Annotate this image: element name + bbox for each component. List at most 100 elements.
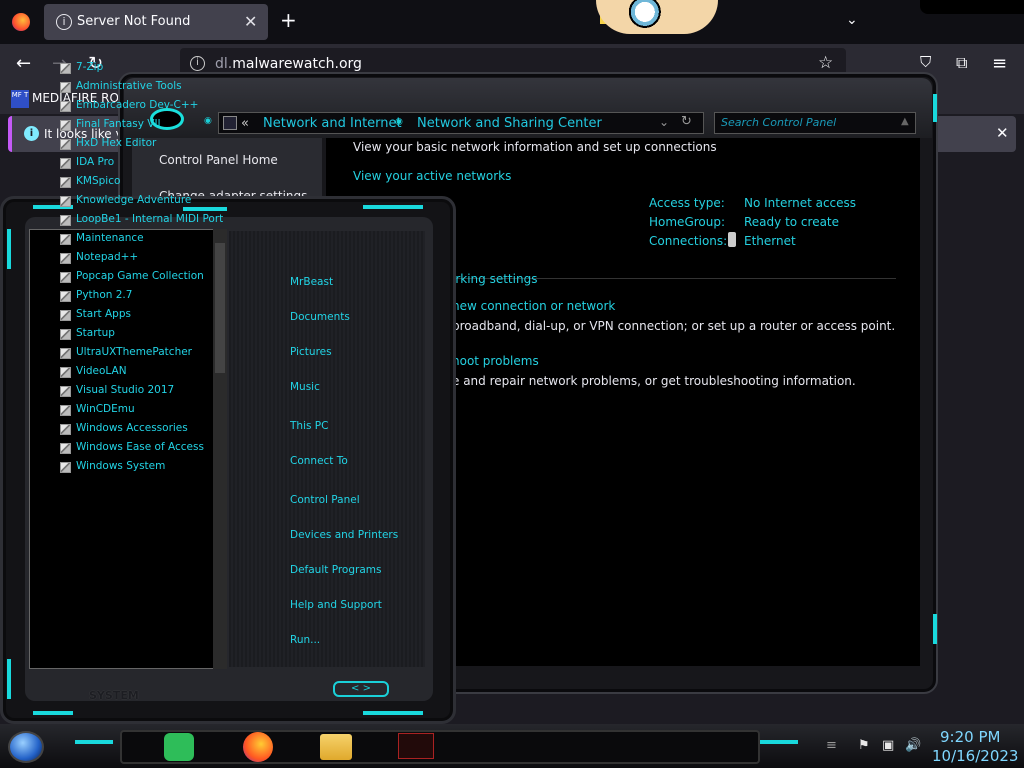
address-dropdown-icon[interactable]: ⌄ — [659, 115, 669, 129]
address-bar[interactable]: « Network and Internet ◉ Network and Sha… — [218, 112, 704, 134]
troubleshoot-problems-link[interactable]: hoot problems — [452, 354, 539, 368]
show-hidden-icons-icon[interactable]: ≡ — [826, 738, 837, 753]
setup-new-connection-description: broadband, dial-up, or VPN connection; o… — [452, 319, 896, 333]
program-folder-icon — [60, 120, 71, 131]
start-menu-item-default-programs[interactable]: Default Programs — [290, 564, 381, 576]
program-folder-icon — [60, 386, 71, 397]
program-item[interactable]: Final Fantasy VII — [76, 118, 161, 130]
taskbar-accent-light — [760, 740, 798, 744]
window-accent-light — [933, 614, 937, 644]
firefox-logo-icon[interactable] — [12, 13, 30, 31]
program-item[interactable]: Knowledge Adventure — [76, 194, 191, 206]
program-item[interactable]: Windows Ease of Access — [76, 441, 204, 453]
url-domain: malwarewatch.org — [232, 56, 362, 72]
start-menu-item-pictures[interactable]: Pictures — [290, 346, 332, 358]
window-accent-light — [933, 94, 937, 122]
start-menu-item-music[interactable]: Music — [290, 381, 320, 393]
program-item[interactable]: 7-Zip — [76, 61, 103, 73]
info-icon: i — [56, 14, 72, 30]
program-folder-icon — [60, 63, 71, 74]
start-menu-item-run[interactable]: Run... — [290, 634, 320, 646]
taskbar-time[interactable]: 9:20 PM — [940, 728, 1000, 746]
program-item[interactable]: Python 2.7 — [76, 289, 132, 301]
nav-dot-icon: ◉ — [204, 116, 212, 126]
access-type-label: Access type: — [649, 196, 725, 210]
setup-new-connection-link[interactable]: new connection or network — [452, 299, 615, 313]
start-menu-item-control-panel[interactable]: Control Panel — [290, 494, 360, 506]
program-item[interactable]: Windows System — [76, 460, 165, 472]
start-menu-item-help-and-support[interactable]: Help and Support — [290, 599, 382, 611]
breadcrumb-network-sharing-center[interactable]: Network and Sharing Center — [417, 116, 602, 131]
program-item[interactable]: Administrative Tools — [76, 80, 182, 92]
taskbar-accent-light — [75, 740, 113, 744]
program-item[interactable]: Startup — [76, 327, 115, 339]
program-item[interactable]: UltraUXThemePatcher — [76, 346, 192, 358]
url-text: dl.malwarewatch.org — [215, 56, 362, 72]
start-menu-item-connect-to[interactable]: Connect To — [290, 455, 348, 467]
sticky-notes-app-icon[interactable] — [164, 733, 194, 761]
search-icon[interactable]: ▲ — [901, 116, 909, 127]
menu-accent-light — [7, 659, 11, 699]
firefox-app-icon[interactable] — [243, 732, 273, 762]
new-tab-button[interactable]: + — [280, 10, 297, 30]
start-menu-item-this-pc[interactable]: This PC — [290, 420, 328, 432]
program-item[interactable]: LoopBe1 - Internal MIDI Port — [76, 213, 223, 225]
program-item[interactable]: Popcap Game Collection — [76, 270, 204, 282]
list-tabs-chevron-icon[interactable]: ⌄ — [846, 12, 858, 28]
programs-scrollbar[interactable] — [213, 229, 227, 669]
close-tab-icon[interactable]: ✕ — [244, 12, 257, 31]
taskbar-date[interactable]: 10/16/2023 — [932, 747, 1018, 765]
program-item[interactable]: HxD Hex Editor — [76, 137, 156, 149]
program-item[interactable]: KMSpico — [76, 175, 120, 187]
start-orb-button[interactable] — [8, 731, 44, 763]
search-placeholder: Search Control Panel — [721, 116, 837, 129]
program-item[interactable]: WinCDEmu — [76, 403, 135, 415]
scrollbar-thumb[interactable] — [215, 243, 225, 373]
menu-hamburger-icon[interactable]: ≡ — [992, 53, 1007, 74]
ethernet-icon — [728, 232, 736, 247]
program-folder-icon — [60, 82, 71, 93]
menu-accent-light — [7, 229, 11, 269]
program-item[interactable]: Notepad++ — [76, 251, 138, 263]
bookmark-star-icon[interactable]: ☆ — [818, 53, 833, 73]
program-item[interactable]: Embarcadero Dev-C++ — [76, 99, 198, 111]
start-menu-item-mrbeast[interactable]: MrBeast — [290, 276, 333, 288]
extensions-icon[interactable]: ⧉ — [956, 53, 967, 73]
program-folder-icon — [60, 272, 71, 283]
breadcrumb-network-internet[interactable]: Network and Internet — [263, 116, 402, 131]
start-menu-item-devices-and-printers[interactable]: Devices and Printers — [290, 529, 398, 541]
network-status-icon[interactable]: ▣ — [882, 738, 894, 753]
breadcrumb-separator-icon: ◉ — [395, 117, 403, 127]
menu-navigation-arrows[interactable]: < > — [333, 681, 389, 697]
program-folder-icon — [60, 367, 71, 378]
close-notification-icon[interactable]: ✕ — [996, 124, 1009, 142]
browser-tab[interactable]: i Server Not Found ✕ — [44, 4, 268, 40]
back-arrow-icon[interactable]: ← — [16, 53, 31, 74]
ethernet-link[interactable]: Ethernet — [744, 234, 796, 248]
file-explorer-app-icon[interactable] — [320, 734, 352, 760]
program-item[interactable]: Windows Accessories — [76, 422, 188, 434]
site-info-icon[interactable]: i — [190, 56, 205, 71]
system-label: SYSTEM — [89, 689, 139, 702]
program-item[interactable]: Maintenance — [76, 232, 144, 244]
menu-accent-light — [33, 711, 73, 715]
program-item[interactable]: Visual Studio 2017 — [76, 384, 174, 396]
control-panel-icon — [223, 116, 237, 130]
running-app-icon[interactable] — [398, 733, 434, 759]
program-folder-icon — [60, 405, 71, 416]
program-item[interactable]: Start Apps — [76, 308, 131, 320]
breadcrumb-overflow[interactable]: « — [241, 116, 249, 131]
pocket-icon[interactable]: ⛉ — [920, 53, 931, 71]
window-controls[interactable] — [920, 0, 1024, 14]
search-control-panel-input[interactable]: Search Control Panel ▲ — [714, 112, 916, 134]
refresh-icon[interactable]: ↻ — [681, 114, 692, 129]
program-item[interactable]: IDA Pro — [76, 156, 114, 168]
change-networking-settings-heading: orking settings — [448, 272, 538, 286]
program-item[interactable]: VideoLAN — [76, 365, 127, 377]
sidebar-control-panel-home[interactable]: Control Panel Home — [159, 153, 278, 167]
connections-label: Connections: — [649, 234, 728, 248]
action-center-flag-icon[interactable]: ⚑ — [858, 738, 870, 753]
volume-icon[interactable]: 🔊 — [905, 738, 921, 753]
start-menu-item-documents[interactable]: Documents — [290, 311, 350, 323]
homegroup-link[interactable]: Ready to create — [744, 215, 839, 229]
